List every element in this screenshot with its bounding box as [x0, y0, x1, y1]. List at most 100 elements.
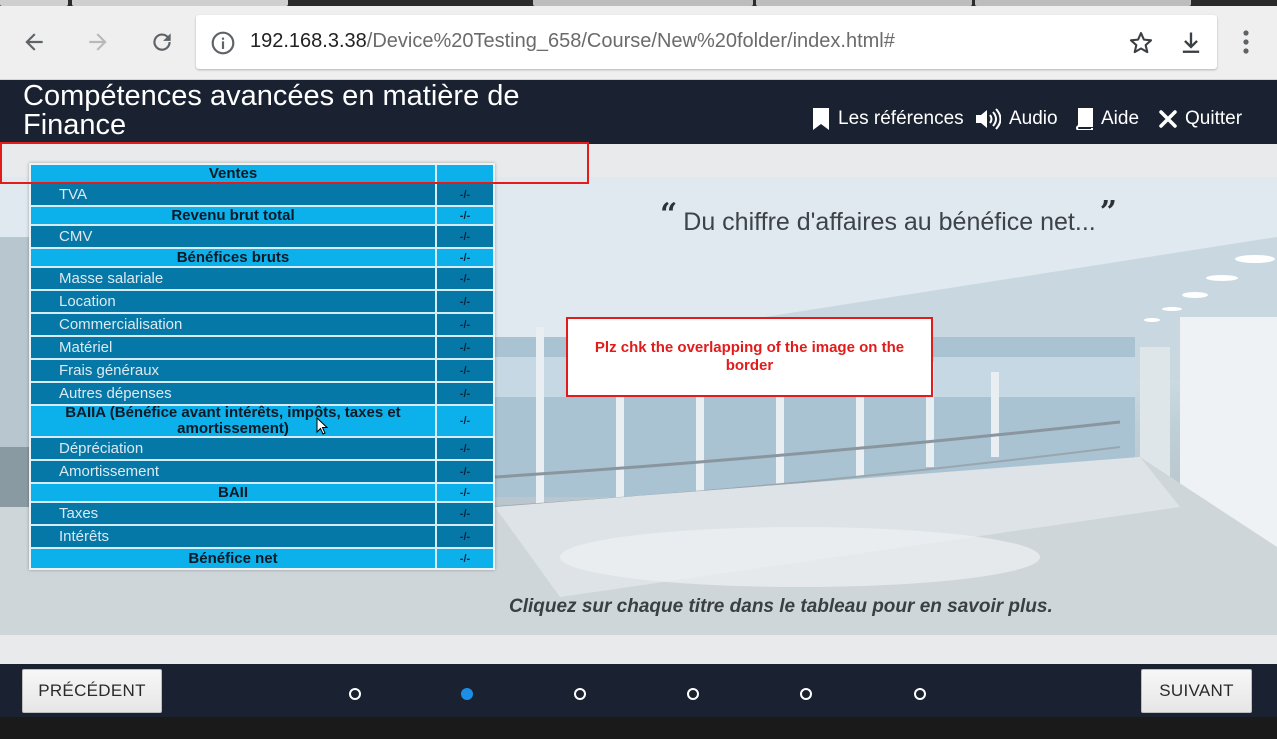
- table-row[interactable]: Commercialisation -/-: [31, 314, 493, 337]
- row-operator: -/-: [459, 272, 471, 285]
- close-icon: [1159, 110, 1177, 128]
- table-row[interactable]: Intérêts -/-: [31, 526, 493, 549]
- row-operator: -/-: [459, 530, 471, 543]
- page-dot[interactable]: [349, 688, 361, 700]
- browser-menu-button[interactable]: [1232, 26, 1260, 58]
- course-footer: PRÉCÉDENT SUIVANT: [0, 664, 1277, 717]
- row-operator: -/-: [459, 415, 471, 427]
- row-operator: -/-: [459, 486, 471, 499]
- system-bottom-bar: [0, 717, 1277, 739]
- book-icon: [1076, 108, 1093, 130]
- course-header: Compétences avancées en matière de Finan…: [0, 80, 1277, 144]
- quit-label: Quitter: [1185, 108, 1243, 129]
- table-row[interactable]: Dépréciation -/-: [31, 438, 493, 461]
- help-link[interactable]: Aide: [1075, 106, 1139, 132]
- row-label: Autres dépenses: [31, 383, 437, 404]
- row-label: TVA: [31, 184, 437, 205]
- row-operator: -/-: [459, 188, 471, 201]
- table-row[interactable]: Amortissement -/-: [31, 461, 493, 484]
- quote-close-mark: ”: [1099, 195, 1117, 230]
- kebab-menu-icon: [1243, 30, 1249, 54]
- audio-label: Audio: [1009, 108, 1058, 129]
- row-label: Intérêts: [31, 526, 437, 547]
- bookmark-star-icon[interactable]: [1127, 29, 1155, 62]
- page-dot[interactable]: [687, 688, 699, 700]
- next-button[interactable]: SUIVANT: [1141, 669, 1252, 713]
- row-operator: -/-: [459, 465, 471, 478]
- address-bar[interactable]: 192.168.3.38/Device%20Testing_658/Course…: [196, 15, 1217, 69]
- row-label: Dépréciation: [31, 438, 437, 459]
- info-icon[interactable]: [210, 30, 236, 61]
- quote-text: Du chiffre d'affaires au bénéfice net...: [683, 208, 1096, 236]
- row-operator: -/-: [459, 295, 471, 308]
- table-row[interactable]: Bénéfices bruts -/-: [31, 249, 493, 268]
- table-row[interactable]: Matériel -/-: [31, 337, 493, 360]
- previous-button[interactable]: PRÉCÉDENT: [22, 669, 162, 713]
- course-title: Compétences avancées en matière de Finan…: [23, 80, 520, 141]
- instruction-text: Cliquez sur chaque titre dans le tableau…: [509, 596, 1053, 617]
- app-window: 192.168.3.38/Device%20Testing_658/Course…: [0, 0, 1277, 739]
- row-label: BAIIA (Bénéfice avant intérêts, impôts, …: [31, 405, 437, 437]
- references-label: Les références: [838, 108, 964, 129]
- page-dot[interactable]: [914, 688, 926, 700]
- table-row[interactable]: Autres dépenses -/-: [31, 383, 493, 406]
- back-arrow-icon: [25, 33, 43, 51]
- row-label: Taxes: [31, 503, 437, 524]
- browser-toolbar: 192.168.3.38/Device%20Testing_658/Course…: [0, 6, 1277, 80]
- forward-arrow-icon: [89, 33, 107, 51]
- row-operator: -/-: [459, 442, 471, 455]
- reload-button[interactable]: [146, 26, 178, 58]
- row-label: Amortissement: [31, 461, 437, 482]
- row-operator: -/-: [459, 507, 471, 520]
- row-operator: -/-: [459, 364, 471, 377]
- row-label: CMV: [31, 226, 437, 247]
- row-label: Frais généraux: [31, 360, 437, 381]
- row-label: Bénéfice net: [31, 549, 437, 568]
- page-dot[interactable]: [800, 688, 812, 700]
- table-row[interactable]: BAIIA (Bénéfice avant intérêts, impôts, …: [31, 405, 493, 438]
- page-dot[interactable]: [574, 688, 586, 700]
- page-dot[interactable]: [461, 688, 473, 700]
- quote-heading: “Du chiffre d'affaires au bénéfice net..…: [660, 195, 1117, 238]
- quote-open-mark: “: [660, 197, 678, 232]
- table-row[interactable]: BAII -/-: [31, 484, 493, 503]
- content-stage: “Du chiffre d'affaires au bénéfice net..…: [0, 144, 1277, 664]
- table-row[interactable]: Revenu brut total -/-: [31, 207, 493, 226]
- row-operator: -/-: [459, 318, 471, 331]
- back-button[interactable]: [18, 26, 50, 58]
- income-statement-table: Ventes TVA -/- Revenu brut total -/- CMV -/- Bé…: [29, 163, 495, 570]
- row-label: BAII: [31, 484, 437, 501]
- table-row[interactable]: Location -/-: [31, 291, 493, 314]
- row-label: Location: [31, 291, 437, 312]
- table-row[interactable]: Bénéfice net -/-: [31, 549, 493, 568]
- table-row[interactable]: Frais généraux -/-: [31, 360, 493, 383]
- annotation-highlight-box: [0, 142, 589, 184]
- audio-link[interactable]: Audio: [975, 106, 1058, 132]
- help-label: Aide: [1101, 108, 1140, 129]
- row-label: Matériel: [31, 337, 437, 358]
- row-operator: -/-: [459, 341, 471, 354]
- annotation-note: Plz chk the overlapping of the image on …: [566, 317, 933, 397]
- table-row[interactable]: TVA -/-: [31, 184, 493, 207]
- row-operator: -/-: [459, 209, 471, 222]
- table-row[interactable]: Taxes -/-: [31, 503, 493, 526]
- row-operator: -/-: [459, 251, 471, 264]
- table-row[interactable]: Masse salariale -/-: [31, 268, 493, 291]
- download-icon[interactable]: [1177, 29, 1205, 62]
- bookmark-icon: [813, 108, 829, 130]
- reload-icon: [153, 33, 171, 51]
- references-link[interactable]: Les références: [812, 106, 964, 132]
- row-label: Commercialisation: [31, 314, 437, 335]
- url-path: /Device%20Testing_658/Course/New%20folde…: [366, 30, 895, 52]
- row-label: Revenu brut total: [31, 207, 437, 224]
- row-operator: -/-: [459, 230, 471, 243]
- table-row[interactable]: CMV -/-: [31, 226, 493, 249]
- url-text[interactable]: 192.168.3.38/Device%20Testing_658/Course…: [250, 30, 895, 53]
- quit-link[interactable]: Quitter: [1159, 106, 1242, 132]
- row-label: Bénéfices bruts: [31, 249, 437, 266]
- row-label: Masse salariale: [31, 268, 437, 289]
- mouse-cursor-icon: [316, 417, 328, 435]
- speaker-icon: [976, 108, 1001, 130]
- row-operator: -/-: [459, 552, 471, 565]
- forward-button[interactable]: [82, 26, 114, 58]
